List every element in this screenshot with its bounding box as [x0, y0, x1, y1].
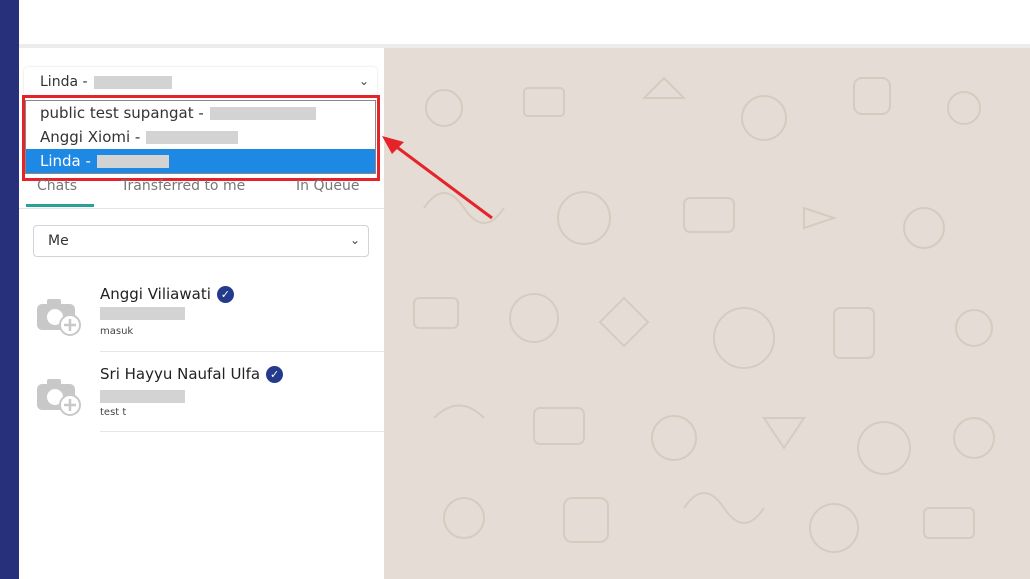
chevron-down-icon: ⌄: [349, 233, 360, 247]
chat-background: [384, 48, 1030, 579]
chat-list-item[interactable]: Sri Hayyu Naufal Ulfa ✓ test t: [19, 352, 384, 432]
chat-list-item[interactable]: Anggi Viliawati ✓ masuk: [19, 272, 384, 352]
tab-in-queue[interactable]: In Queue: [296, 178, 359, 194]
camera-add-icon: [37, 299, 81, 336]
filter-value: Me: [48, 233, 69, 249]
tab-transferred[interactable]: Transferred to me: [121, 178, 245, 194]
verified-check-icon: ✓: [266, 366, 284, 383]
device-select-value: Linda -: [40, 74, 88, 90]
last-message: test t: [100, 407, 127, 418]
contact-name: Anggi Viliawati ✓: [100, 285, 234, 303]
left-nav-strip: [0, 0, 19, 579]
redacted-phone: [100, 307, 185, 320]
assignee-filter-select[interactable]: Me ⌄: [33, 225, 369, 257]
annotation-highlight-box: [22, 95, 380, 181]
contact-name-text: Sri Hayyu Naufal Ulfa: [100, 365, 261, 383]
device-select[interactable]: Linda - ⌄: [24, 67, 377, 97]
chat-tabs: Chats Transferred to me In Queue: [19, 176, 384, 209]
redacted-number: [93, 75, 172, 89]
verified-check-icon: ✓: [216, 286, 234, 303]
annotation-arrow-icon: [382, 136, 493, 220]
tab-chats[interactable]: Chats: [37, 178, 77, 194]
contact-name: Sri Hayyu Naufal Ulfa ✓: [100, 365, 284, 383]
active-tab-indicator: [26, 204, 94, 207]
last-message: masuk: [100, 326, 134, 337]
top-bar: [19, 0, 1030, 44]
chevron-down-icon: ⌄: [358, 74, 369, 88]
doodle-pattern: [413, 76, 995, 553]
redacted-phone: [100, 390, 185, 403]
camera-add-icon: [37, 379, 81, 416]
contact-name-text: Anggi Viliawati: [100, 285, 211, 303]
divider: [100, 431, 384, 432]
